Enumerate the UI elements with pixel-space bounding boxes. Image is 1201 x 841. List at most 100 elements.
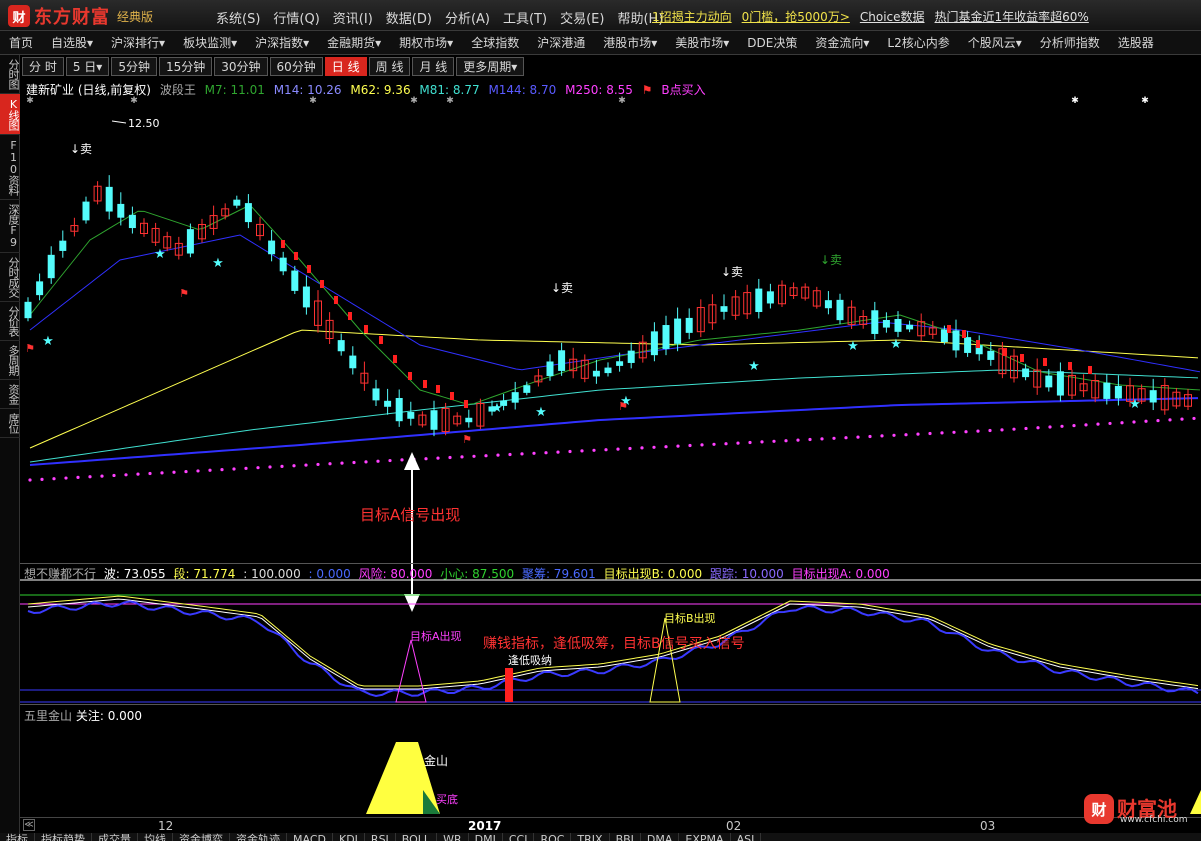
targeta-value: 目标出现A: 0.000: [791, 567, 890, 581]
tab-fund-track[interactable]: 资金轨迹: [230, 833, 287, 841]
candle-body-down: [650, 331, 658, 356]
scroll-left-icon[interactable]: ≪: [23, 819, 35, 831]
support-dot: [160, 471, 164, 475]
tab-dmi[interactable]: DMI: [469, 833, 503, 841]
support-dot: [124, 473, 128, 477]
sell-signal-4: ↓卖: [820, 253, 842, 267]
support-dot: [1144, 419, 1148, 423]
buy-star-icon: ★: [890, 337, 902, 352]
top-marker-icon: ✱: [309, 96, 317, 106]
kd-title[interactable]: 五里金山: [24, 709, 72, 723]
buy-star-icon: ★: [154, 247, 166, 262]
red-signal-bar: [408, 372, 412, 380]
support-dot: [316, 462, 320, 467]
tab-boll[interactable]: BOLL: [396, 833, 438, 841]
candle-body-down: [59, 240, 67, 251]
careful-value: 小心: 87.500: [440, 567, 515, 581]
support-dot: [1012, 427, 1016, 431]
support-dot: [868, 434, 872, 439]
buy-star-icon: ★: [847, 339, 859, 354]
tab-trend[interactable]: 指标趋势: [35, 833, 92, 841]
candle-body-down: [47, 254, 55, 279]
tab-dma[interactable]: DMA: [641, 833, 680, 841]
candle-body-down: [546, 361, 554, 377]
x-label-2017: 2017: [468, 819, 502, 833]
maidi-label: 买底: [436, 792, 458, 806]
support-dot: [256, 466, 260, 470]
tab-trix[interactable]: TRIX: [571, 833, 610, 841]
tab-ma[interactable]: 均线: [138, 833, 173, 841]
support-dot: [712, 442, 716, 446]
candle-body-down: [268, 240, 276, 255]
red-signal-bar: [334, 296, 338, 304]
support-dot: [508, 452, 512, 457]
panel-divider-1[interactable]: [20, 563, 1201, 564]
support-dot: [424, 457, 428, 461]
red-signal-bar: [464, 400, 468, 408]
tab-cci[interactable]: CCI: [503, 833, 535, 841]
kline-chart[interactable]: 12.50↓卖↓卖↓卖↓卖★★★★ ★★★★ ★★⚑⚑⚑⚑✱ ✱ ✱ ✱ ✱ ✱ ✱ ✱目标A信号…: [0, 0, 1201, 841]
support-dot: [1168, 418, 1172, 422]
support-dot: [568, 449, 572, 454]
support-dot: [64, 476, 68, 480]
tab-wr[interactable]: WR: [437, 833, 469, 841]
support-dot: [904, 433, 908, 437]
wave-value: 波: 73.055: [103, 567, 166, 581]
tab-kdj[interactable]: KDJ: [333, 833, 365, 841]
support-dot: [628, 446, 632, 451]
target-b-label: 目标B出现: [664, 611, 716, 625]
ma-lines: [28, 206, 1201, 482]
high-price-pointer: [111, 120, 127, 124]
tab-asi[interactable]: ASI: [731, 833, 762, 841]
red-signal-bar: [1043, 358, 1047, 366]
tab-indicator[interactable]: 指标: [0, 833, 35, 841]
red-signal-bar: [364, 325, 368, 333]
target-a-label: 目标A出现: [410, 629, 462, 643]
candle-body-down: [24, 301, 32, 319]
tab-fund-game[interactable]: 资金博弈: [173, 833, 230, 841]
x-label-dec: 12: [158, 819, 174, 833]
support-dot: [592, 448, 596, 452]
candle-body-down: [882, 319, 890, 328]
candles: [24, 175, 1192, 437]
support-dot: [832, 436, 836, 440]
red-signal-bar: [436, 385, 440, 393]
support-dot: [136, 472, 140, 476]
support-dot: [736, 441, 740, 445]
tab-macd[interactable]: MACD: [287, 833, 333, 841]
watermark-url: www.cfchi.com: [1120, 815, 1188, 825]
red-signal-bar: [423, 380, 427, 388]
candle-body-down: [824, 300, 832, 309]
support-dot: [820, 437, 824, 441]
support-dot: [772, 439, 776, 443]
red-signal-bar: [962, 330, 966, 338]
candle-body-down: [766, 291, 774, 304]
support-dot: [352, 460, 356, 465]
tab-roc[interactable]: ROC: [534, 833, 572, 841]
tab-bbi[interactable]: BBI: [610, 833, 641, 841]
support-dot: [484, 454, 488, 458]
tab-rsi[interactable]: RSI: [365, 833, 396, 841]
support-dot: [1096, 422, 1100, 426]
red-signal-bar: [976, 340, 980, 348]
red-signal-bar: [450, 392, 454, 400]
support-dot: [940, 431, 944, 435]
strategy-annotation: 赚钱指标，逢低吸筹，目标B信号买入信号: [483, 635, 745, 652]
candle-body-down: [952, 330, 960, 351]
candle-body-down: [1022, 368, 1030, 378]
support-dot: [232, 467, 236, 471]
risk-value: 风险: 80.000: [358, 567, 433, 581]
tab-expma[interactable]: EXPMA: [679, 833, 731, 841]
support-dot: [928, 431, 932, 436]
tab-volume[interactable]: 成交量: [92, 833, 138, 841]
x-axis[interactable]: ≪ 12 2017 02 03: [20, 817, 1201, 833]
support-dot: [796, 438, 800, 442]
support-dot: [172, 470, 176, 474]
support-dot: [112, 473, 116, 478]
targetb-value: 目标出现B: 0.000: [603, 567, 703, 581]
candle-body-down: [465, 417, 473, 423]
indicator-title[interactable]: 想不赚都不行: [24, 567, 96, 581]
candle-body-down: [674, 318, 682, 344]
panel-divider-2[interactable]: [20, 704, 1201, 705]
red-signal-bar: [1003, 348, 1007, 356]
